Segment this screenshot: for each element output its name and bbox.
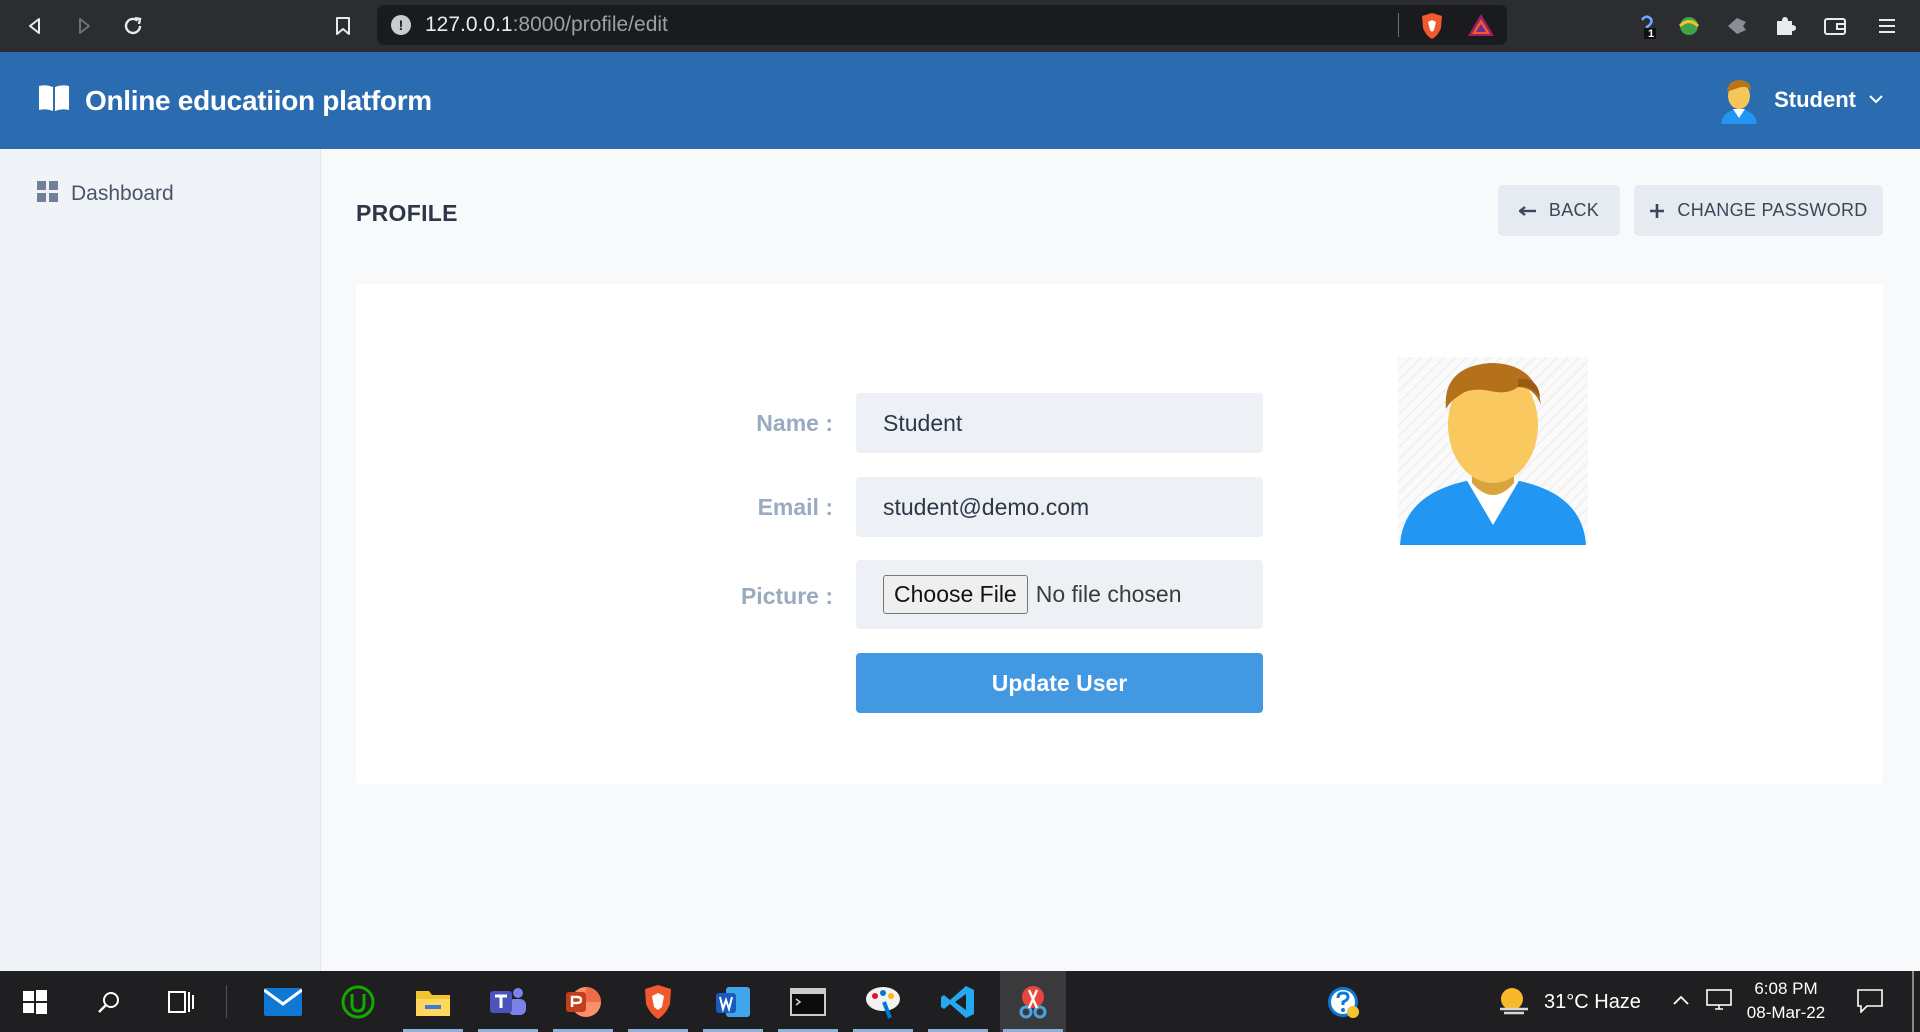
upwork-icon[interactable] — [325, 971, 391, 1032]
site-info-icon[interactable]: ! — [391, 15, 411, 35]
bookmark-icon[interactable] — [326, 10, 360, 42]
book-icon — [37, 83, 71, 118]
arrow-left-icon — [1518, 205, 1536, 216]
powerpoint-icon[interactable] — [550, 971, 616, 1032]
picture-label: Picture : — [740, 583, 833, 609]
task-view-icon[interactable] — [148, 971, 214, 1032]
choose-file-button[interactable]: Choose File — [883, 575, 1028, 614]
user-menu[interactable]: Student — [1718, 74, 1884, 126]
notifications-icon[interactable] — [1857, 989, 1883, 1018]
brand-title: Online educatiion platform — [85, 84, 432, 116]
update-user-button[interactable]: Update User — [856, 653, 1263, 713]
sidebar: Dashboard — [0, 149, 321, 971]
chevron-down-icon — [1868, 91, 1884, 109]
file-explorer-icon[interactable] — [400, 971, 466, 1032]
back-icon[interactable] — [10, 0, 59, 52]
vscode-icon[interactable] — [925, 971, 991, 1032]
brave-rewards-icon[interactable] — [1467, 13, 1495, 42]
email-label: Email : — [757, 494, 833, 520]
url-text: 127.0.0.1:8000/profile/edit — [425, 13, 668, 37]
terminal-icon[interactable] — [775, 971, 841, 1032]
sidebar-item-dashboard[interactable]: Dashboard — [37, 181, 174, 207]
wallet-icon[interactable] — [1820, 11, 1850, 41]
snipping-tool-icon[interactable] — [1000, 971, 1066, 1032]
extension-badge: 1 — [1648, 28, 1655, 40]
forward-icon[interactable] — [59, 0, 108, 52]
clock-time: 6:08 PM — [1754, 979, 1818, 998]
picture-file-input[interactable]: Choose File No file chosen — [856, 560, 1263, 629]
plus-icon — [1650, 203, 1665, 218]
brand[interactable]: Online educatiion platform — [37, 83, 432, 118]
weather-icon — [1498, 985, 1530, 1022]
name-value: Student — [883, 409, 963, 436]
brave-shields-icon[interactable] — [1419, 12, 1445, 45]
mail-icon[interactable] — [250, 971, 316, 1032]
url-path: :8000/profile/edit — [512, 13, 668, 36]
change-password-label: CHANGE PASSWORD — [1677, 200, 1868, 220]
reload-icon[interactable] — [108, 0, 157, 52]
email-value: student@demo.com — [883, 493, 1090, 520]
address-bar[interactable]: ! 127.0.0.1:8000/profile/edit — [377, 5, 1507, 45]
file-status: No file chosen — [1035, 581, 1182, 607]
change-password-button[interactable]: CHANGE PASSWORD — [1634, 185, 1883, 236]
name-field[interactable]: Student — [856, 393, 1263, 453]
url-host: 127.0.0.1 — [425, 13, 513, 36]
app-header: Online educatiion platform Student — [0, 52, 1920, 149]
back-label: BACK — [1548, 200, 1600, 220]
browser-toolbar: ! 127.0.0.1:8000/profile/edit 1 — [0, 0, 1920, 52]
name-label: Name : — [756, 410, 833, 436]
search-icon[interactable] — [76, 971, 142, 1032]
address-divider — [1398, 13, 1399, 37]
menu-icon[interactable] — [1872, 11, 1902, 41]
windows-start-icon[interactable] — [2, 971, 68, 1032]
user-name: Student — [1774, 87, 1856, 112]
clock-date: 08-Mar-22 — [1746, 1003, 1826, 1022]
chevron-up-icon[interactable] — [1672, 993, 1690, 1011]
puzzle-icon[interactable] — [1770, 11, 1800, 41]
user-avatar-icon — [1718, 76, 1760, 124]
taskbar-separator — [226, 985, 227, 1018]
back-button[interactable]: BACK — [1498, 185, 1620, 236]
grid-icon — [37, 181, 58, 207]
page-title: PROFILE — [356, 200, 458, 226]
teams-icon[interactable] — [475, 971, 541, 1032]
network-icon[interactable] — [1706, 989, 1732, 1016]
extension-icon[interactable]: 1 — [1632, 11, 1662, 41]
email-field[interactable]: student@demo.com — [856, 477, 1263, 537]
globe-extension-icon[interactable] — [1674, 11, 1704, 41]
brave-browser-icon[interactable] — [625, 971, 691, 1032]
weather-text[interactable]: 31°C Haze — [1544, 991, 1641, 1014]
paint-icon[interactable] — [850, 971, 916, 1032]
show-desktop-button[interactable] — [1912, 971, 1914, 1032]
grey-extension-icon[interactable] — [1722, 11, 1752, 41]
windows-taskbar: 31°C Haze 6:08 PM 08-Mar-22 — [0, 971, 1920, 1032]
sidebar-item-label: Dashboard — [71, 182, 174, 205]
clock[interactable]: 6:08 PM 08-Mar-22 — [1730, 977, 1842, 1025]
word-icon[interactable] — [700, 971, 766, 1032]
help-icon[interactable] — [1310, 971, 1376, 1032]
profile-picture — [1398, 357, 1588, 545]
